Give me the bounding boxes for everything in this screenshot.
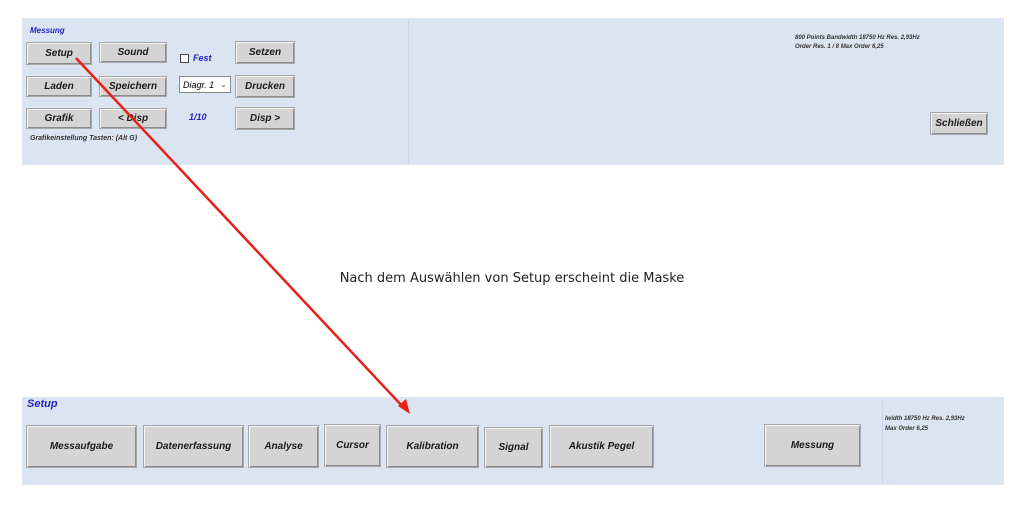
arrow-head-icon <box>398 399 410 414</box>
arrow-line <box>75 57 405 409</box>
annotation-arrow <box>75 57 410 414</box>
